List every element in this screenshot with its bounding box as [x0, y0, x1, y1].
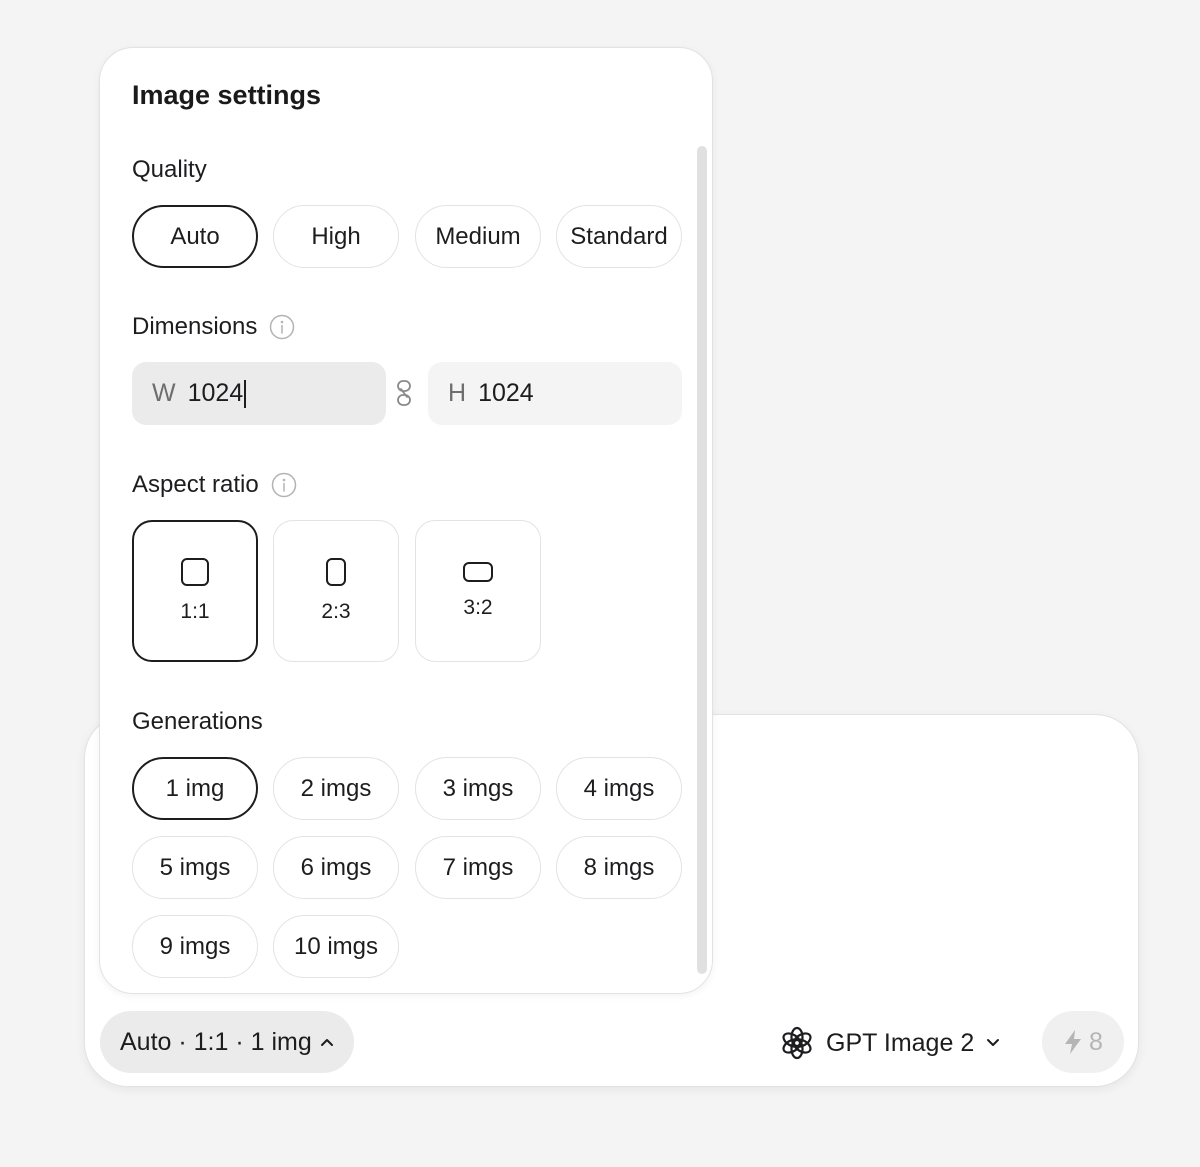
- scrollbar-thumb[interactable]: [697, 146, 707, 974]
- image-settings-panel: Image settings Quality Auto High Medium …: [99, 47, 713, 994]
- generations-label: Generations: [132, 708, 263, 735]
- generations-option-label: 4 imgs: [583, 774, 655, 802]
- info-icon[interactable]: [271, 472, 297, 498]
- settings-summary-label: Auto · 1:1 · 1 img: [120, 1027, 312, 1056]
- landscape-icon: [463, 562, 493, 582]
- generations-section-label: Generations: [132, 708, 263, 736]
- quality-option-label: Auto: [170, 222, 220, 250]
- generations-option-label: 2 imgs: [300, 774, 372, 802]
- generations-option-5[interactable]: 5 imgs: [132, 836, 258, 899]
- aspect-ratio-option-2-3[interactable]: 2:3: [273, 520, 399, 662]
- quality-option-label: High: [311, 222, 361, 250]
- quality-option-label: Medium: [435, 222, 521, 250]
- link-icon[interactable]: [396, 379, 412, 407]
- aspect-ratio-option-1-1[interactable]: 1:1: [132, 520, 258, 662]
- quality-option-high[interactable]: High: [273, 205, 399, 268]
- generations-option-1[interactable]: 1 img: [132, 757, 258, 820]
- generations-option-label: 6 imgs: [300, 853, 372, 881]
- chevron-up-icon: [320, 1039, 333, 1046]
- dimensions-section-label: Dimensions: [132, 313, 295, 341]
- quality-option-auto[interactable]: Auto: [132, 205, 258, 268]
- generations-option-2[interactable]: 2 imgs: [273, 757, 399, 820]
- aspect-ratio-label: Aspect ratio: [132, 471, 259, 498]
- generations-option-label: 1 img: [165, 774, 225, 802]
- bolt-icon: [1065, 1030, 1082, 1054]
- aspect-ratio-option-label: 1:1: [180, 600, 210, 623]
- square-icon: [181, 558, 209, 586]
- generations-option-label: 5 imgs: [159, 853, 231, 881]
- generations-option-label: 10 imgs: [293, 932, 379, 960]
- aspect-ratio-section-label: Aspect ratio: [132, 471, 297, 499]
- aspect-ratio-option-label: 2:3: [321, 600, 351, 623]
- generations-option-label: 8 imgs: [583, 853, 655, 881]
- generations-option-3[interactable]: 3 imgs: [415, 757, 541, 820]
- generations-option-4[interactable]: 4 imgs: [556, 757, 682, 820]
- quality-label: Quality: [132, 156, 207, 183]
- panel-title: Image settings: [132, 80, 322, 110]
- width-prefix: W: [152, 379, 176, 407]
- portrait-icon: [326, 558, 346, 586]
- text-caret: [244, 379, 247, 408]
- width-input[interactable]: W 1024: [132, 362, 386, 425]
- chevron-down-icon: [987, 1039, 1000, 1046]
- quality-option-medium[interactable]: Medium: [415, 205, 541, 268]
- generations-option-10[interactable]: 10 imgs: [273, 915, 399, 978]
- panel-scrollbar[interactable]: [697, 146, 707, 974]
- generations-option-label: 7 imgs: [442, 853, 514, 881]
- quality-section-label: Quality: [132, 156, 207, 184]
- generations-option-6[interactable]: 6 imgs: [273, 836, 399, 899]
- aspect-ratio-option-label: 3:2: [463, 596, 493, 619]
- aspect-ratio-option-3-2[interactable]: 3:2: [415, 520, 541, 662]
- height-input[interactable]: H 1024: [428, 362, 682, 425]
- generations-option-label: 9 imgs: [159, 932, 231, 960]
- info-icon[interactable]: [269, 314, 295, 340]
- generate-button[interactable]: 8: [1042, 1011, 1124, 1073]
- image-settings-toggle[interactable]: Auto · 1:1 · 1 img: [100, 1011, 354, 1073]
- quality-option-label: Standard: [570, 222, 668, 250]
- generations-option-9[interactable]: 9 imgs: [132, 915, 258, 978]
- model-name-label: GPT Image 2: [826, 1028, 975, 1057]
- generations-option-label: 3 imgs: [442, 774, 514, 802]
- height-value: 1024: [478, 379, 534, 407]
- height-prefix: H: [448, 379, 467, 407]
- width-value: 1024: [187, 379, 244, 407]
- generations-option-7[interactable]: 7 imgs: [415, 836, 541, 899]
- quality-option-standard[interactable]: Standard: [556, 205, 682, 268]
- generations-option-8[interactable]: 8 imgs: [556, 836, 682, 899]
- openai-logo-icon: [782, 1026, 812, 1060]
- credit-count: 8: [1089, 1027, 1103, 1056]
- model-selector[interactable]: GPT Image 2: [780, 1018, 1000, 1068]
- dimensions-label: Dimensions: [132, 313, 258, 340]
